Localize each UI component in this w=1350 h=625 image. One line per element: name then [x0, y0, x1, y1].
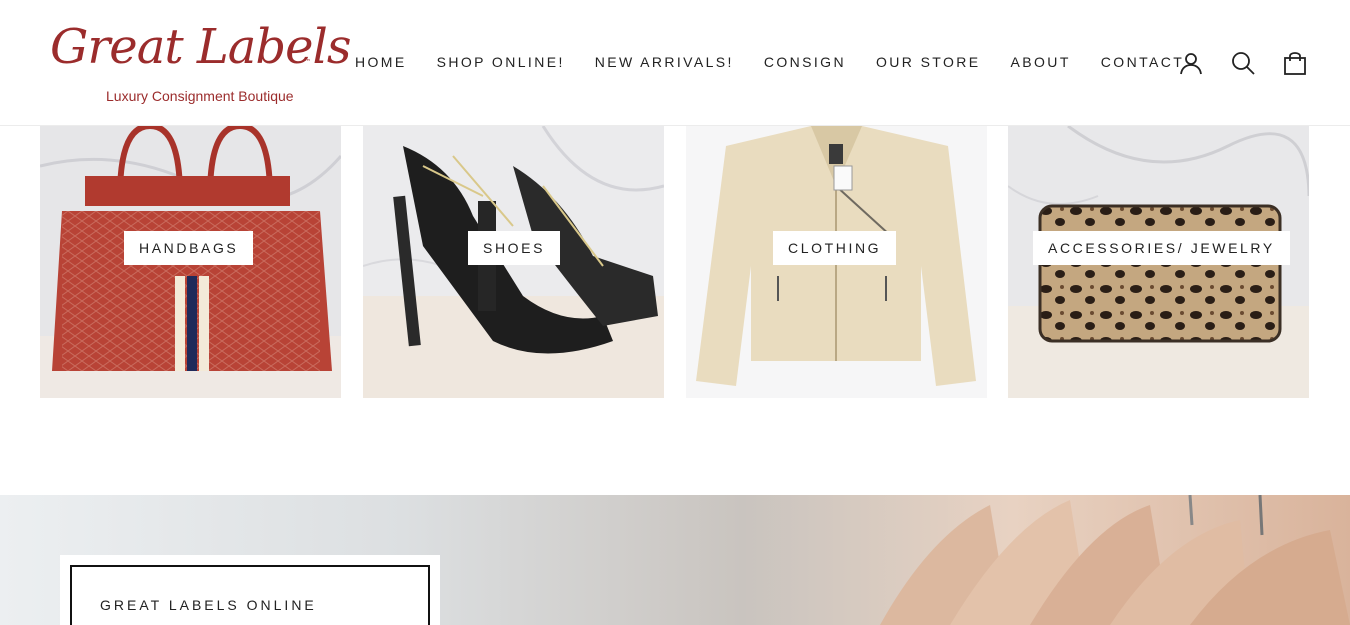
category-label-shoes: SHOES [468, 231, 561, 265]
brand-logo[interactable]: Great Labels ™ Luxury Consignment Boutiq… [46, 18, 351, 108]
nav-home[interactable]: HOME [355, 53, 407, 71]
category-tile-handbags[interactable]: HANDBAGS [40, 126, 341, 398]
site-header: Great Labels ™ Luxury Consignment Boutiq… [0, 0, 1350, 126]
hero-card-frame: GREAT LABELS ONLINE [70, 565, 430, 625]
hero-banner: GREAT LABELS ONLINE [0, 495, 1350, 625]
category-tile-shoes[interactable]: SHOES [363, 126, 664, 398]
user-icon[interactable] [1178, 50, 1204, 76]
header-icons [1178, 50, 1308, 76]
nav-about[interactable]: ABOUT [1011, 53, 1071, 71]
nav-contact[interactable]: CONTACT [1101, 53, 1184, 71]
cart-icon[interactable] [1282, 50, 1308, 76]
nav-consign[interactable]: CONSIGN [764, 53, 846, 71]
logo-tagline: Luxury Consignment Boutique [106, 88, 294, 104]
category-label-handbags: HANDBAGS [124, 231, 254, 265]
logo-wordmark: Great Labels [50, 19, 351, 75]
nav-new-arrivals[interactable]: NEW ARRIVALS! [595, 53, 734, 71]
main-nav: HOME SHOP ONLINE! NEW ARRIVALS! CONSIGN … [355, 53, 1214, 71]
category-tile-accessories-jewelry[interactable]: ACCESSORIES/ JEWELRY [1008, 126, 1309, 398]
hero-title: GREAT LABELS ONLINE [100, 597, 317, 613]
nav-our-store[interactable]: OUR STORE [876, 53, 981, 71]
hero-card: GREAT LABELS ONLINE [60, 555, 440, 625]
search-icon[interactable] [1230, 50, 1256, 76]
nav-shop-online[interactable]: SHOP ONLINE! [437, 53, 565, 71]
category-label-accessories-jewelry: ACCESSORIES/ JEWELRY [1033, 231, 1290, 265]
category-label-clothing: CLOTHING [773, 231, 897, 265]
category-tile-clothing[interactable]: CLOTHING [686, 126, 987, 398]
logo-trademark: ™ [304, 58, 311, 66]
